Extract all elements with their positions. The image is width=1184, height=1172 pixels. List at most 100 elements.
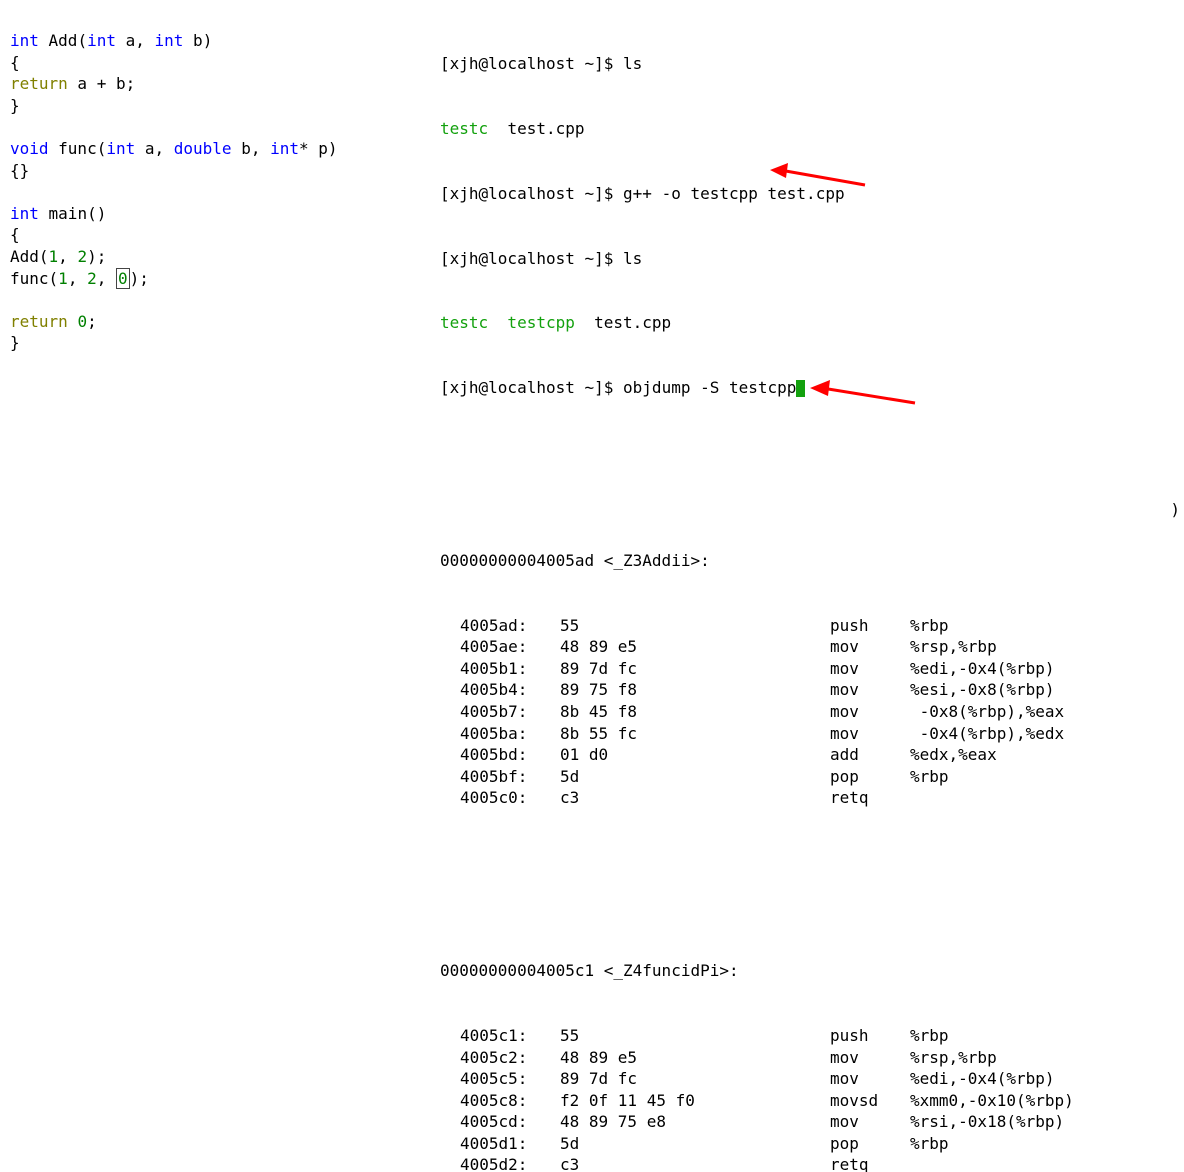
literal-0: 0 <box>118 269 128 288</box>
asm-hex: f2 0f 11 45 f0 <box>560 1090 830 1112</box>
empty-body: {} <box>10 160 440 182</box>
asm-row: 4005b7:8b 45 f8mov -0x8(%rbp),%eax <box>440 701 1174 723</box>
asm-mnemonic: mov <box>830 636 910 658</box>
terminal-pane[interactable]: [xjh@localhost ~]$ ls testc test.cpp [xj… <box>440 10 1174 1172</box>
space <box>68 312 78 331</box>
asm-addr: 4005d2: <box>440 1154 560 1172</box>
asm-mnemonic: mov <box>830 1111 910 1133</box>
asm-row: 4005cd:48 89 75 e8mov%rsi,-0x18(%rbp) <box>440 1111 1174 1133</box>
asm-mnemonic: pop <box>830 766 910 788</box>
asm-addr: 4005c2: <box>440 1047 560 1069</box>
asm-addr: 4005b1: <box>440 658 560 680</box>
return-expr: a + b; <box>68 74 135 93</box>
section-header-add: 00000000004005ad <_Z3Addii>: <box>440 550 1174 572</box>
asm-hex: 48 89 e5 <box>560 636 830 658</box>
asm-mnemonic: push <box>830 1025 910 1047</box>
param-p: * p) <box>299 139 338 158</box>
asm-hex: 8b 45 f8 <box>560 701 830 723</box>
param-a: a <box>135 139 154 158</box>
asm-addr: 4005d1: <box>440 1133 560 1155</box>
asm-operand: %xmm0,-0x10(%rbp) <box>910 1090 1174 1112</box>
asm-operand: %edx,%eax <box>910 744 1174 766</box>
asm-row: 4005ba:8b 55 fcmov -0x4(%rbp),%edx <box>440 723 1174 745</box>
call-end: ); <box>130 269 149 288</box>
comma: , <box>58 247 77 266</box>
literal-2: 2 <box>77 247 87 266</box>
literal-2: 2 <box>87 269 97 288</box>
asm-hex: 5d <box>560 766 830 788</box>
file: test.cpp <box>488 119 584 138</box>
cmd: ls <box>623 54 642 73</box>
asm-mnemonic: movsd <box>830 1090 910 1112</box>
section-header-func: 00000000004005c1 <_Z4funcidPi>: <box>440 960 1174 982</box>
asm-operand: -0x4(%rbp),%edx <box>910 723 1174 745</box>
comma: , <box>155 139 174 158</box>
asm-row: 4005c8:f2 0f 11 45 f0movsd%xmm0,-0x10(%r… <box>440 1090 1174 1112</box>
asm-operand: %rsp,%rbp <box>910 1047 1174 1069</box>
asm-operand: %rbp <box>910 1133 1174 1155</box>
asm-row: 4005c1:55push%rbp <box>440 1025 1174 1047</box>
asm-addr: 4005bd: <box>440 744 560 766</box>
literal-1: 1 <box>49 247 59 266</box>
brace: { <box>10 224 440 246</box>
comma: , <box>135 31 154 50</box>
asm-row: 4005bf:5dpop%rbp <box>440 766 1174 788</box>
asm-addr: 4005c1: <box>440 1025 560 1047</box>
exec-file: testc testcpp <box>440 313 575 332</box>
brace: } <box>10 95 440 117</box>
asm-addr: 4005ba: <box>440 723 560 745</box>
asm-mnemonic: retq <box>830 1154 910 1172</box>
asm-row: 4005c5:89 7d fcmov%edi,-0x4(%rbp) <box>440 1068 1174 1090</box>
asm-hex: 5d <box>560 1133 830 1155</box>
asm-hex: 01 d0 <box>560 744 830 766</box>
asm-operand: %rbp <box>910 1025 1174 1047</box>
cursor[interactable]: 0 <box>116 268 130 289</box>
brace: { <box>10 52 440 74</box>
asm-addr: 4005ad: <box>440 615 560 637</box>
asm-mnemonic: add <box>830 744 910 766</box>
asm-mnemonic: push <box>830 615 910 637</box>
asm-block-add: 4005ad:55push%rbp4005ae:48 89 e5mov%rsp,… <box>440 615 1174 809</box>
asm-addr: 4005c5: <box>440 1068 560 1090</box>
asm-hex: c3 <box>560 787 830 809</box>
cmd: ls <box>623 249 642 268</box>
asm-hex: 89 75 f8 <box>560 679 830 701</box>
asm-operand: %rsi,-0x18(%rbp) <box>910 1111 1174 1133</box>
asm-addr: 4005cd: <box>440 1111 560 1133</box>
asm-operand <box>910 787 1174 809</box>
type-int: int <box>10 31 39 50</box>
call-end: ); <box>87 247 106 266</box>
comma: , <box>97 269 116 288</box>
asm-mnemonic: retq <box>830 787 910 809</box>
func-name: func( <box>49 139 107 158</box>
asm-operand: %rbp <box>910 766 1174 788</box>
asm-operand <box>910 1154 1174 1172</box>
call-func: func( <box>10 269 58 288</box>
asm-row: 4005c0:c3retq <box>440 787 1174 809</box>
asm-row: 4005bd:01 d0add%edx,%eax <box>440 744 1174 766</box>
asm-row: 4005c2:48 89 e5mov%rsp,%rbp <box>440 1047 1174 1069</box>
comma: , <box>251 139 270 158</box>
asm-mnemonic: pop <box>830 1133 910 1155</box>
asm-addr: 4005c8: <box>440 1090 560 1112</box>
type-void: void <box>10 139 49 158</box>
type-int: int <box>106 139 135 158</box>
asm-hex: 55 <box>560 1025 830 1047</box>
asm-addr: 4005c0: <box>440 787 560 809</box>
type-int: int <box>155 31 184 50</box>
cmd: g++ -o testcpp test.cpp <box>623 184 845 203</box>
source-pane: int Add(int a, int b) { return a + b; } … <box>10 10 440 354</box>
asm-hex: 48 89 e5 <box>560 1047 830 1069</box>
exec-file: testc <box>440 119 488 138</box>
asm-block-func: 4005c1:55push%rbp4005c2:48 89 e5mov%rsp,… <box>440 1025 1174 1172</box>
asm-addr: 4005b4: <box>440 679 560 701</box>
param-b: b) <box>183 31 212 50</box>
asm-hex: 89 7d fc <box>560 658 830 680</box>
param-a: a <box>116 31 135 50</box>
asm-operand: %edi,-0x4(%rbp) <box>910 1068 1174 1090</box>
prompt: [xjh@localhost ~]$ <box>440 249 623 268</box>
asm-operand: %rbp <box>910 615 1174 637</box>
type-int: int <box>87 31 116 50</box>
asm-row: 4005b4:89 75 f8mov%esi,-0x8(%rbp) <box>440 679 1174 701</box>
type-int: int <box>270 139 299 158</box>
